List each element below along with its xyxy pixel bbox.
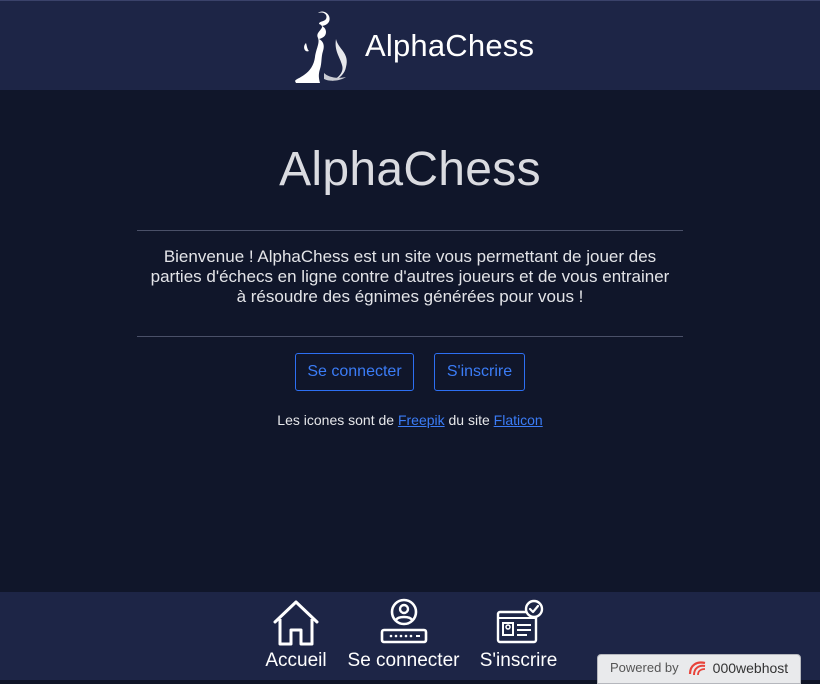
signup-button[interactable]: S'inscrire: [434, 353, 525, 391]
site-name: AlphaChess: [365, 28, 535, 63]
id-card-check-icon: [496, 599, 543, 644]
nav-label-home: Accueil: [265, 650, 327, 671]
nav-label-login: Se connecter: [347, 650, 460, 671]
freepik-link[interactable]: Freepik: [398, 412, 445, 428]
intro-line-3: à résoudre des égnimes générées pour vou…: [236, 287, 584, 306]
flaticon-link[interactable]: Flaticon: [494, 412, 543, 428]
divider-bottom: [137, 336, 683, 337]
page-title: AlphaChess: [279, 143, 541, 196]
intro-line-1: Bienvenue ! AlphaChess est un site vous …: [163, 247, 657, 266]
main-content: AlphaChess Bienvenue ! AlphaChess est un…: [0, 90, 820, 592]
home-icon: [273, 600, 319, 646]
chess-queen-silhouette-icon: [295, 11, 347, 83]
nav-item-home[interactable]: Accueil: [265, 598, 327, 672]
divider-top: [137, 230, 683, 231]
webhost-logo-icon: [688, 661, 705, 676]
credits-middle: du site: [448, 412, 490, 428]
brand[interactable]: AlphaChess: [292, 9, 534, 83]
icon-credits: Les icones sont de Freepik du site Flati…: [0, 412, 820, 428]
login-button[interactable]: Se connecter: [295, 353, 414, 391]
user-login-icon: [380, 598, 427, 644]
nav-label-signup: S'inscrire: [479, 650, 558, 671]
nav-item-login[interactable]: Se connecter: [347, 598, 460, 672]
host-name: 000webhost: [712, 660, 789, 676]
intro-line-2: parties d'échecs en ligne contre d'autre…: [150, 267, 670, 286]
top-header: AlphaChess: [0, 0, 820, 90]
intro-text: Bienvenue ! AlphaChess est un site vous …: [137, 247, 683, 307]
powered-by-label: Powered by: [610, 660, 679, 675]
nav-item-signup[interactable]: S'inscrire: [479, 598, 558, 672]
credits-prefix: Les icones sont de: [277, 412, 395, 428]
